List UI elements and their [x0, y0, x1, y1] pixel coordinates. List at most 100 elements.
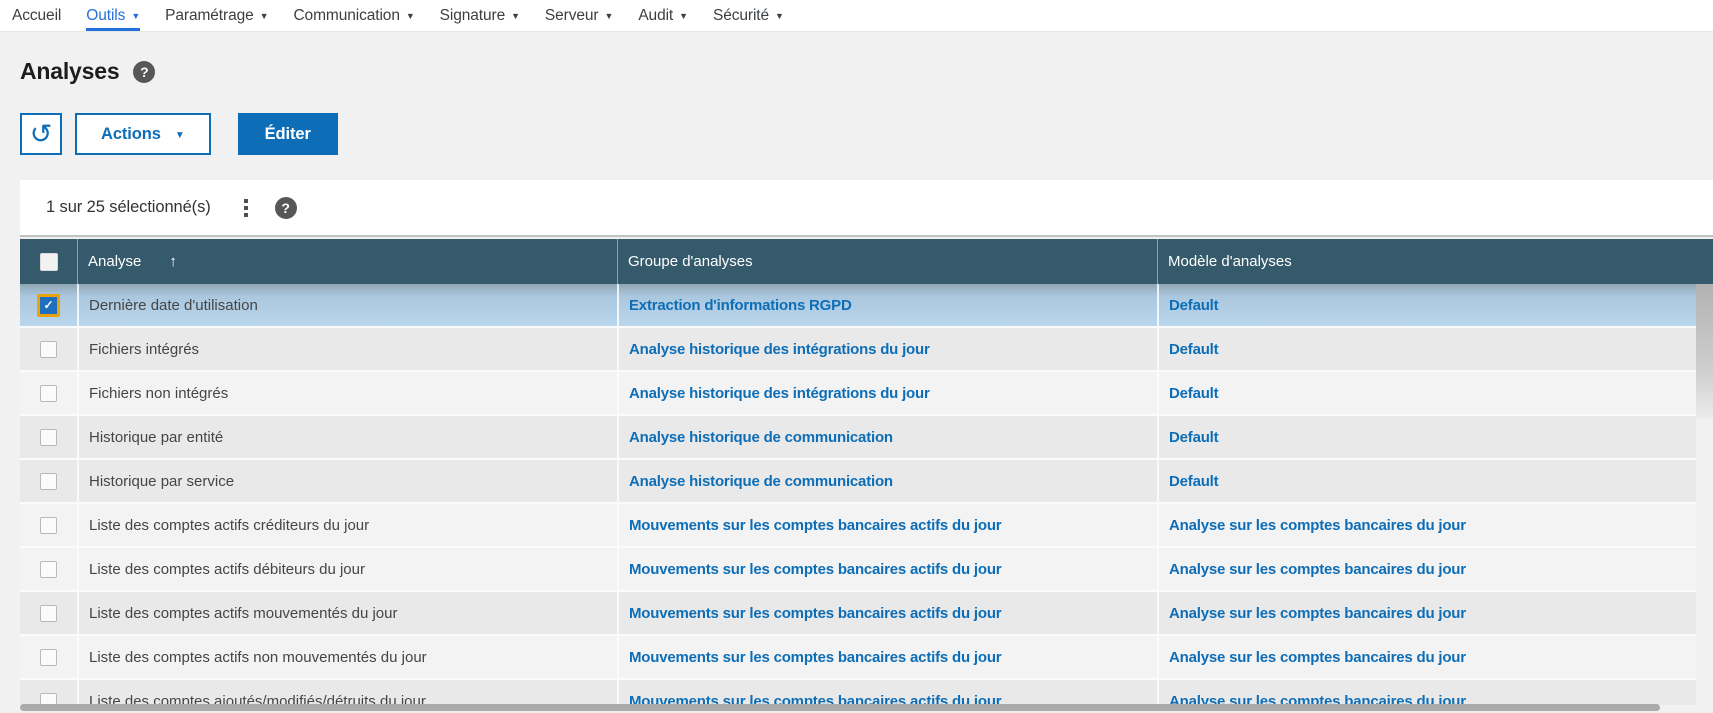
chevron-down-icon: ▼	[260, 10, 269, 21]
top-navbar: Accueil Outils ▼ Paramétrage ▼ Communica…	[0, 0, 1713, 32]
nav-item-label: Outils	[86, 7, 125, 25]
refresh-button[interactable]: ↺	[20, 113, 62, 155]
table-row[interactable]: ✓ Dernière date d'utilisation Extraction…	[20, 284, 1696, 328]
actions-dropdown-button[interactable]: Actions ▼	[75, 113, 211, 155]
row-checkbox[interactable]	[40, 385, 57, 402]
row-checkbox-cell	[20, 548, 77, 590]
column-header-analyse[interactable]: Analyse ↑	[77, 239, 617, 284]
vertical-scrollbar[interactable]	[1696, 284, 1713, 705]
nav-item-label: Accueil	[12, 7, 61, 25]
groupe-link[interactable]: Mouvements sur les comptes bancaires act…	[617, 680, 1157, 705]
column-header-groupe[interactable]: Groupe d'analyses	[617, 239, 1157, 284]
select-all-checkbox[interactable]	[40, 253, 58, 271]
chevron-down-icon: ▼	[679, 10, 688, 21]
row-checkbox-cell	[20, 504, 77, 546]
action-button-row: ↺ Actions ▼ Éditer	[20, 113, 338, 155]
groupe-link[interactable]: Mouvements sur les comptes bancaires act…	[617, 636, 1157, 678]
analyse-cell: Liste des comptes actifs créditeurs du j…	[77, 504, 617, 546]
select-all-header-cell	[20, 239, 77, 284]
nav-item-label: Audit	[638, 7, 673, 25]
analyse-cell: Historique par entité	[77, 416, 617, 458]
column-header-modele[interactable]: Modèle d'analyses	[1157, 239, 1713, 284]
analyse-cell: Liste des comptes ajoutés/modifiés/détru…	[77, 680, 617, 705]
row-checkbox-cell	[20, 636, 77, 678]
modele-link[interactable]: Analyse sur les comptes bancaires du jou…	[1157, 636, 1696, 678]
table-row[interactable]: Liste des comptes ajoutés/modifiés/détru…	[20, 680, 1696, 705]
nav-item-scurit[interactable]: Sécurité ▼	[713, 0, 784, 31]
chevron-down-icon: ▼	[775, 10, 784, 21]
groupe-link[interactable]: Analyse historique de communication	[617, 460, 1157, 502]
page-help-icon[interactable]: ?	[133, 61, 155, 83]
analyse-cell: Liste des comptes actifs non mouvementés…	[77, 636, 617, 678]
table-row[interactable]: Liste des comptes actifs débiteurs du jo…	[20, 548, 1696, 592]
nav-item-serveur[interactable]: Serveur ▼	[545, 0, 613, 31]
modele-link[interactable]: Analyse sur les comptes bancaires du jou…	[1157, 504, 1696, 546]
table-row[interactable]: Fichiers non intégrés Analyse historique…	[20, 372, 1696, 416]
analyse-cell: Liste des comptes actifs mouvementés du …	[77, 592, 617, 634]
groupe-link[interactable]: Analyse historique des intégrations du j…	[617, 328, 1157, 370]
chevron-down-icon: ▼	[131, 10, 140, 21]
kebab-menu-icon[interactable]	[241, 196, 251, 220]
modele-link[interactable]: Analyse sur les comptes bancaires du jou…	[1157, 592, 1696, 634]
edit-button[interactable]: Éditer	[238, 113, 338, 155]
nav-item-signature[interactable]: Signature ▼	[440, 0, 520, 31]
groupe-link[interactable]: Analyse historique de communication	[617, 416, 1157, 458]
row-checkbox[interactable]	[40, 429, 57, 446]
analyse-cell: Liste des comptes actifs débiteurs du jo…	[77, 548, 617, 590]
row-checkbox[interactable]	[40, 649, 57, 666]
nav-item-accueil[interactable]: Accueil	[12, 0, 61, 31]
modele-link[interactable]: Default	[1157, 328, 1696, 370]
table-row[interactable]: Historique par entité Analyse historique…	[20, 416, 1696, 460]
chevron-down-icon: ▼	[406, 10, 415, 21]
nav-item-paramtrage[interactable]: Paramétrage ▼	[165, 0, 268, 31]
row-checkbox-cell	[20, 372, 77, 414]
nav-item-audit[interactable]: Audit ▼	[638, 0, 688, 31]
vertical-scrollbar-thumb[interactable]	[1696, 284, 1713, 419]
row-checkbox[interactable]	[40, 341, 57, 358]
table-row[interactable]: Liste des comptes actifs créditeurs du j…	[20, 504, 1696, 548]
modele-link[interactable]: Default	[1157, 372, 1696, 414]
nav-item-outils[interactable]: Outils ▼	[86, 0, 140, 31]
selection-count-text: 1 sur 25 sélectionné(s)	[46, 198, 211, 217]
row-checkbox-cell	[20, 460, 77, 502]
analyse-cell: Historique par service	[77, 460, 617, 502]
nav-item-label: Signature	[440, 7, 505, 25]
column-header-label: Groupe d'analyses	[628, 253, 753, 270]
nav-item-label: Serveur	[545, 7, 599, 25]
groupe-link[interactable]: Analyse historique des intégrations du j…	[617, 372, 1157, 414]
table-row[interactable]: Liste des comptes actifs mouvementés du …	[20, 592, 1696, 636]
row-checkbox-cell: ✓	[20, 284, 77, 326]
modele-link[interactable]: Default	[1157, 416, 1696, 458]
table-row[interactable]: Fichiers intégrés Analyse historique des…	[20, 328, 1696, 372]
groupe-link[interactable]: Extraction d'informations RGPD	[617, 284, 1157, 326]
modele-link[interactable]: Analyse sur les comptes bancaires du jou…	[1157, 548, 1696, 590]
selection-bar: 1 sur 25 sélectionné(s) ?	[20, 180, 1713, 237]
column-header-label: Analyse	[88, 253, 141, 270]
page-title: Analyses	[20, 58, 119, 85]
groupe-link[interactable]: Mouvements sur les comptes bancaires act…	[617, 548, 1157, 590]
analyse-cell: Dernière date d'utilisation	[77, 284, 617, 326]
page-head: Analyses ?	[20, 58, 155, 85]
row-checkbox[interactable]: ✓	[37, 294, 60, 317]
horizontal-scrollbar-thumb[interactable]	[20, 704, 1660, 711]
table-row[interactable]: Historique par service Analyse historiqu…	[20, 460, 1696, 504]
table-row[interactable]: Liste des comptes actifs non mouvementés…	[20, 636, 1696, 680]
row-checkbox-cell	[20, 328, 77, 370]
row-checkbox-cell	[20, 416, 77, 458]
row-checkbox[interactable]	[40, 517, 57, 534]
row-checkbox-cell	[20, 680, 77, 705]
nav-item-label: Sécurité	[713, 7, 769, 25]
groupe-link[interactable]: Mouvements sur les comptes bancaires act…	[617, 592, 1157, 634]
table-body: ✓ Dernière date d'utilisation Extraction…	[20, 284, 1696, 705]
analyse-cell: Fichiers non intégrés	[77, 372, 617, 414]
sort-ascending-icon: ↑	[169, 253, 177, 270]
modele-link[interactable]: Analyse sur les comptes bancaires du jou…	[1157, 680, 1696, 705]
row-checkbox[interactable]	[40, 473, 57, 490]
row-checkbox[interactable]	[40, 605, 57, 622]
selection-help-icon[interactable]: ?	[275, 197, 297, 219]
nav-item-communication[interactable]: Communication ▼	[293, 0, 414, 31]
modele-link[interactable]: Default	[1157, 460, 1696, 502]
groupe-link[interactable]: Mouvements sur les comptes bancaires act…	[617, 504, 1157, 546]
modele-link[interactable]: Default	[1157, 284, 1696, 326]
row-checkbox[interactable]	[40, 561, 57, 578]
